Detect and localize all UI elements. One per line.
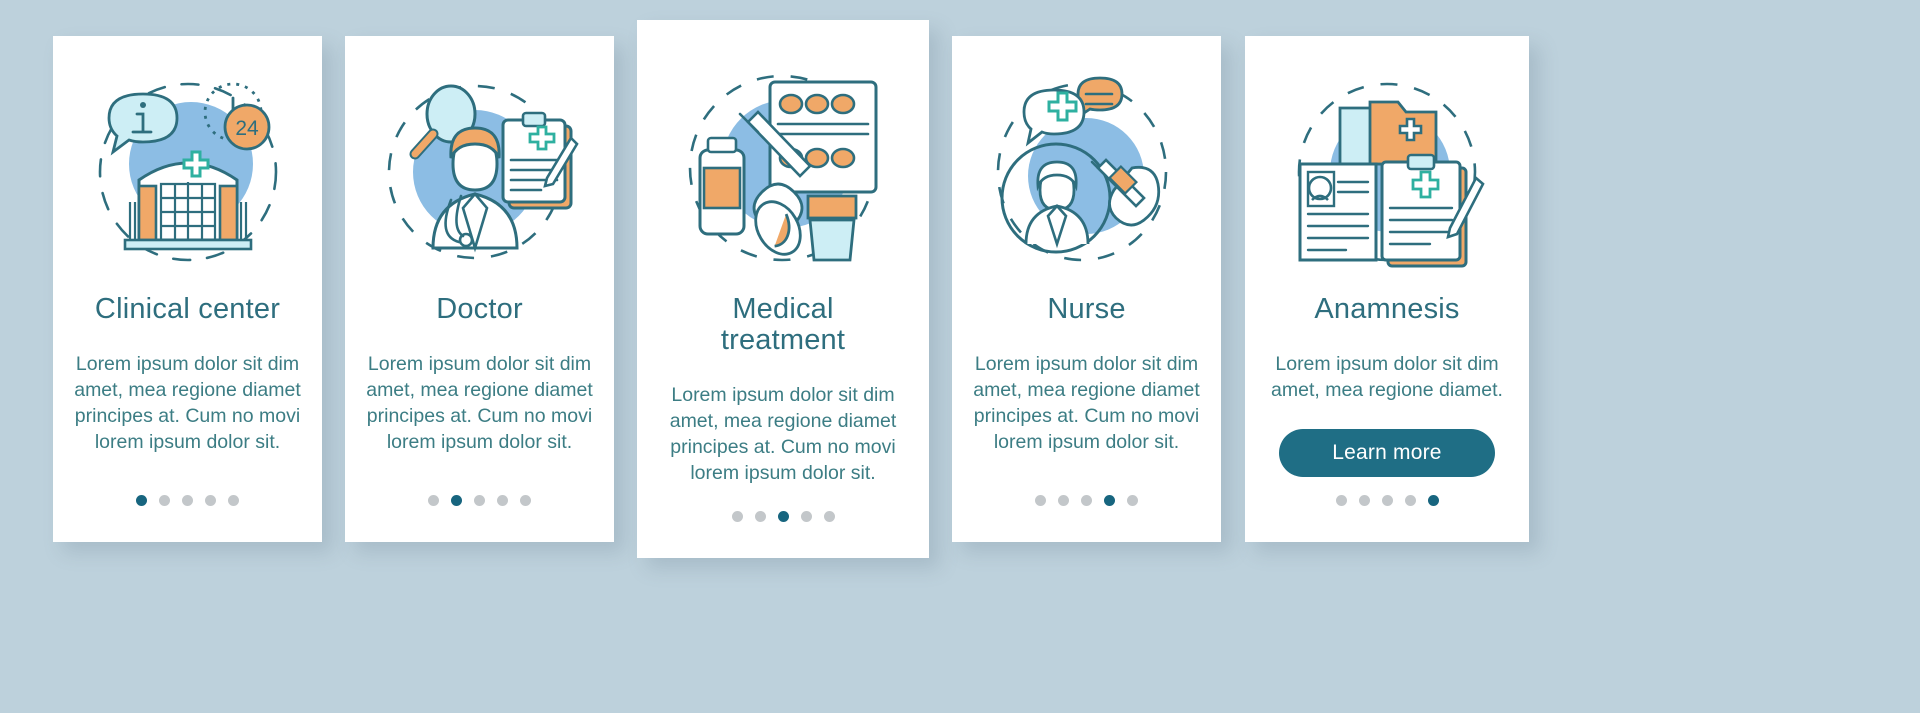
card-body-text: Lorem ipsum dolor sit dim amet, mea regi… xyxy=(669,384,897,484)
pagination-dots[interactable] xyxy=(1245,495,1529,506)
card-title: Medical treatment xyxy=(637,294,929,356)
pagination-dot-4[interactable] xyxy=(497,495,508,506)
card-body-text: Lorem ipsum dolor sit dim amet, mea regi… xyxy=(74,353,301,453)
medical-records-icon xyxy=(1297,82,1485,268)
hospital-building-icon: 24 xyxy=(98,82,277,262)
onboarding-screens-container: 24 Clinical center Lorem ipsum dolor sit… xyxy=(0,0,1920,713)
onboarding-card-medical-treatment[interactable]: Medical treatment Lorem ipsum dolor sit … xyxy=(637,20,929,558)
pagination-dot-3[interactable] xyxy=(182,495,193,506)
pagination-dot-2[interactable] xyxy=(754,511,766,522)
card-body-text: Lorem ipsum dolor sit dim amet, mea regi… xyxy=(1271,353,1503,401)
pagination-dots[interactable] xyxy=(345,495,614,506)
learn-more-row: Learn more xyxy=(1279,429,1495,477)
card-body-text: Lorem ipsum dolor sit dim amet, mea regi… xyxy=(973,353,1200,453)
onboarding-card-clinical-center[interactable]: 24 Clinical center Lorem ipsum dolor sit… xyxy=(53,36,322,542)
illustration-hospital-building: 24 xyxy=(53,72,322,272)
pagination-dot-1[interactable] xyxy=(731,511,743,522)
card-title: Clinical center xyxy=(94,293,281,325)
pagination-dot-4[interactable] xyxy=(205,495,216,506)
pagination-dot-2[interactable] xyxy=(451,495,462,506)
nurse-icon xyxy=(996,76,1167,262)
medication-icon xyxy=(688,74,878,262)
pagination-dot-2[interactable] xyxy=(1358,495,1370,506)
clock-24h-badge-label: 24 xyxy=(235,117,259,140)
pagination-dot-3[interactable] xyxy=(474,495,485,506)
pagination-dot-5[interactable] xyxy=(228,495,239,506)
card-title-line-1: Medical xyxy=(732,293,834,325)
pagination-dots[interactable] xyxy=(637,511,929,522)
pagination-dot-4[interactable] xyxy=(1104,495,1115,506)
doctor-icon xyxy=(387,84,579,260)
pagination-dot-5[interactable] xyxy=(823,511,835,522)
pagination-dot-5[interactable] xyxy=(520,495,531,506)
card-title: Nurse xyxy=(1047,293,1126,325)
illustration-nurse xyxy=(952,72,1221,272)
learn-more-button[interactable]: Learn more xyxy=(1279,429,1495,477)
pagination-dot-1[interactable] xyxy=(428,495,439,506)
pagination-dot-5[interactable] xyxy=(1127,495,1138,506)
illustration-medication xyxy=(637,64,929,272)
onboarding-card-doctor[interactable]: Doctor Lorem ipsum dolor sit dim amet, m… xyxy=(345,36,614,542)
pagination-dot-1[interactable] xyxy=(1335,495,1347,506)
pagination-dot-2[interactable] xyxy=(159,495,170,506)
pagination-dots[interactable] xyxy=(53,495,322,506)
onboarding-card-anamnesis[interactable]: Anamnesis Lorem ipsum dolor sit dim amet… xyxy=(1245,36,1529,542)
pagination-dot-3[interactable] xyxy=(1081,495,1092,506)
card-body-text: Lorem ipsum dolor sit dim amet, mea regi… xyxy=(366,353,593,453)
pagination-dot-5[interactable] xyxy=(1427,495,1439,506)
pagination-dot-2[interactable] xyxy=(1058,495,1069,506)
onboarding-card-nurse[interactable]: Nurse Lorem ipsum dolor sit dim amet, me… xyxy=(952,36,1221,542)
pagination-dot-1[interactable] xyxy=(1035,495,1046,506)
pagination-dot-3[interactable] xyxy=(1381,495,1393,506)
pagination-dots[interactable] xyxy=(952,495,1221,506)
card-title: Doctor xyxy=(436,293,523,325)
illustration-doctor xyxy=(345,72,614,272)
illustration-medical-records xyxy=(1245,72,1529,272)
pagination-dot-4[interactable] xyxy=(800,511,812,522)
pagination-dot-1[interactable] xyxy=(136,495,147,506)
pagination-dot-4[interactable] xyxy=(1404,495,1416,506)
card-title-line-2: treatment xyxy=(720,324,846,356)
pagination-dot-3[interactable] xyxy=(777,511,789,522)
card-title: Anamnesis xyxy=(1314,293,1460,325)
